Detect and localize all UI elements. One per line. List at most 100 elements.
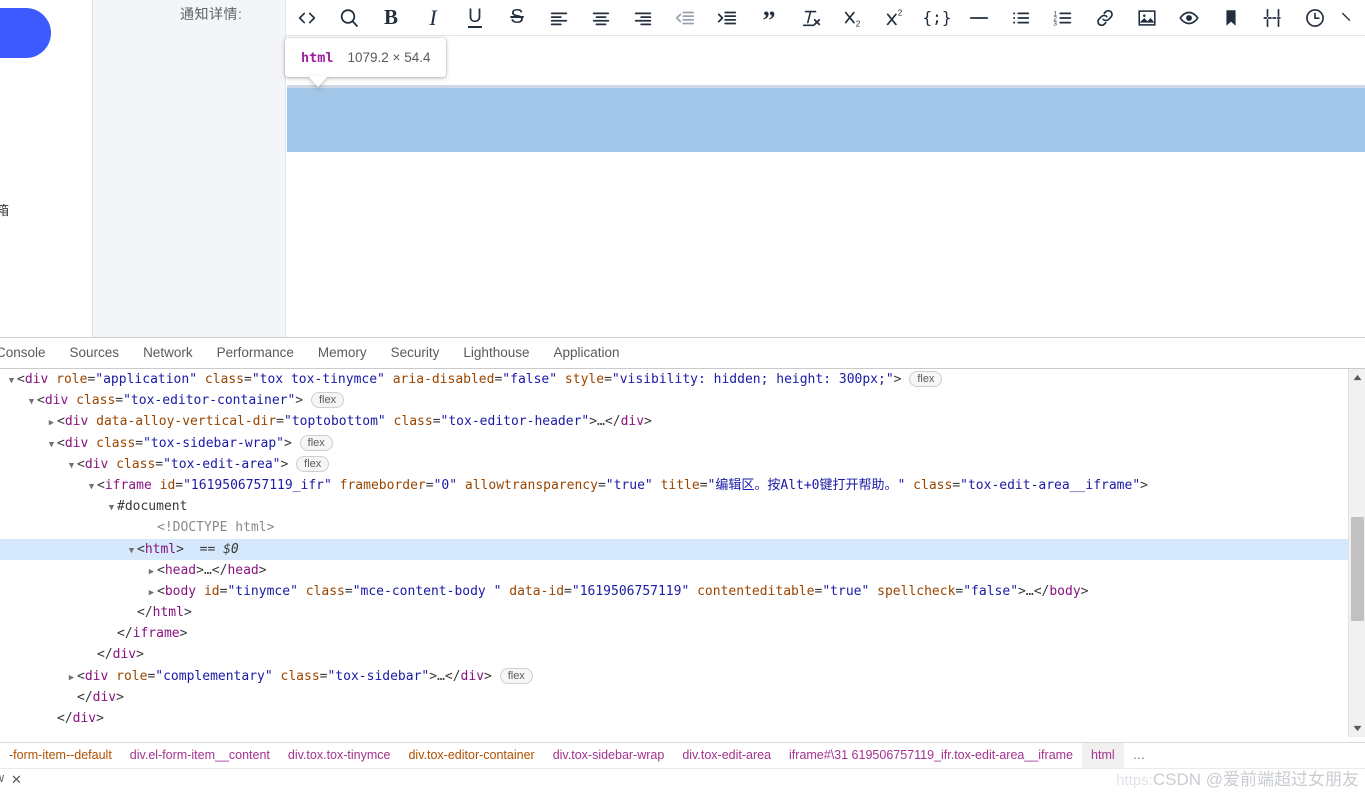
crumb-form-item-default[interactable]: -form-item--default <box>0 743 121 768</box>
dom-tree-line[interactable]: </div> <box>0 644 1348 665</box>
dom-token: html <box>152 605 184 621</box>
dom-token: "tinymce" <box>227 583 298 599</box>
dom-token: > <box>176 541 184 557</box>
crumb-tox-sidebar-wrap[interactable]: div.tox-sidebar-wrap <box>544 743 674 768</box>
twisty-none <box>126 604 137 625</box>
twisty-open-icon[interactable]: ▼ <box>126 541 137 562</box>
flex-badge[interactable]: flex <box>296 455 330 472</box>
crumb-tox-tinymce[interactable]: div.tox.tox-tinymce <box>279 743 400 768</box>
subscript-icon[interactable]: 2 <box>832 1 874 35</box>
dom-tree-scrollbar[interactable] <box>1348 369 1365 737</box>
status-left-text: w <box>0 771 4 785</box>
chevron-more-icon[interactable] <box>1336 1 1360 35</box>
outdent-icon[interactable] <box>664 1 706 35</box>
dom-tree-line[interactable]: <!DOCTYPE html> <box>0 517 1348 538</box>
dom-tree-line[interactable]: ▼ <div class="tox-sidebar-wrap"> flex <box>0 433 1348 454</box>
indent-icon[interactable] <box>706 1 748 35</box>
tab-performance[interactable]: Performance <box>205 338 306 368</box>
crumb-iframe[interactable]: iframe#\31 619506757119_ifr.tox-edit-are… <box>780 743 1082 768</box>
blue-pill-button[interactable] <box>0 8 51 58</box>
flex-badge[interactable]: flex <box>299 434 333 451</box>
watermark-text: CSDN @爱前端超过女朋友 <box>1152 770 1359 789</box>
dom-tree-line[interactable]: ▼ <div role="application" class="tox tox-… <box>0 369 1348 390</box>
twisty-open-icon[interactable]: ▼ <box>26 392 37 413</box>
bold-icon[interactable]: B <box>370 1 412 35</box>
code-sample-icon[interactable]: {;} <box>916 1 958 35</box>
insert-datetime-icon[interactable] <box>1294 1 1336 35</box>
dom-tree-line[interactable]: ▶ <head>…</head> <box>0 560 1348 581</box>
twisty-closed-icon[interactable]: ▶ <box>146 562 157 583</box>
underline-icon[interactable]: U <box>454 1 496 35</box>
horizontal-rule-icon[interactable] <box>958 1 1000 35</box>
twisty-open-icon[interactable]: ▼ <box>6 371 17 392</box>
twisty-open-icon[interactable]: ▼ <box>46 435 57 456</box>
tab-console[interactable]: Console <box>0 338 58 368</box>
dom-token: style <box>557 372 605 387</box>
dom-token: </ <box>57 711 73 726</box>
dom-tree-line[interactable]: ▶ <div role="complementary" class="tox-si… <box>0 666 1348 687</box>
dom-token: < <box>137 541 145 557</box>
tab-network[interactable]: Network <box>131 338 205 368</box>
superscript-icon[interactable]: 2 <box>874 1 916 35</box>
flex-badge[interactable]: flex <box>310 392 345 409</box>
dom-tree-line[interactable]: ▼ <div class="tox-editor-container"> flex <box>0 390 1348 411</box>
twisty-open-icon[interactable]: ▼ <box>106 498 117 519</box>
dom-token: div <box>620 414 645 430</box>
tab-security[interactable]: Security <box>379 338 452 368</box>
dom-token: frameborder <box>331 477 426 493</box>
align-right-icon[interactable] <box>622 1 664 35</box>
dom-token: id <box>196 583 220 599</box>
crumb-el-form-item-content[interactable]: div.el-form-item__content <box>121 743 279 768</box>
dom-tree-view[interactable]: ▼ <div role="application" class="tox tox-… <box>0 369 1348 737</box>
dom-tree-line[interactable]: </iframe> <box>0 623 1348 644</box>
page-break-icon[interactable] <box>1252 1 1294 35</box>
search-icon[interactable] <box>328 1 370 35</box>
twisty-open-icon[interactable]: ▼ <box>66 456 77 477</box>
twisty-closed-icon[interactable]: ▶ <box>146 583 157 604</box>
image-icon[interactable] <box>1126 1 1168 35</box>
element-highlight-box <box>287 88 1365 152</box>
dom-tree-line[interactable]: ▼ <iframe id="1619506757119_ifr" framebor… <box>0 475 1348 496</box>
dom-token: == <box>183 541 224 557</box>
crumb-tox-edit-area[interactable]: div.tox-edit-area <box>673 743 780 768</box>
twisty-closed-icon[interactable]: ▶ <box>66 668 77 689</box>
twisty-open-icon[interactable]: ▼ <box>86 477 97 498</box>
preview-icon[interactable] <box>1168 1 1210 35</box>
italic-icon[interactable]: I <box>412 1 454 35</box>
link-icon[interactable] <box>1084 1 1126 35</box>
numbered-list-icon[interactable]: 123 <box>1042 1 1084 35</box>
flex-badge[interactable]: flex <box>909 371 943 387</box>
dom-tree-line[interactable]: ▶ <div data-alloy-vertical-dir="toptobott… <box>0 411 1348 432</box>
tab-lighthouse[interactable]: Lighthouse <box>451 338 541 368</box>
dom-token: "toptobottom" <box>283 414 386 430</box>
dom-tree-line[interactable]: ▼ <html> == $0 <box>0 538 1348 562</box>
clear-formatting-icon[interactable] <box>790 1 832 35</box>
crumb-tox-editor-container[interactable]: div.tox-editor-container <box>399 743 543 768</box>
dom-tree-line[interactable]: ▼ #document <box>0 496 1348 517</box>
tab-sources[interactable]: Sources <box>58 338 132 368</box>
scroll-down-arrow[interactable] <box>1349 720 1365 737</box>
twisty-closed-icon[interactable]: ▶ <box>46 413 57 434</box>
strikethrough-icon[interactable]: S <box>496 1 538 35</box>
dom-tree-line[interactable]: </div> <box>0 708 1348 729</box>
anchor-icon[interactable] <box>1210 1 1252 35</box>
align-left-icon[interactable] <box>538 1 580 35</box>
align-center-icon[interactable] <box>580 1 622 35</box>
flex-badge[interactable]: flex <box>499 667 533 684</box>
dom-tree-line[interactable]: </div> <box>0 687 1348 708</box>
scroll-up-arrow[interactable] <box>1349 369 1365 386</box>
source-code-icon[interactable] <box>286 1 328 35</box>
dom-tree-line[interactable]: </html> <box>0 602 1348 623</box>
dom-tree-line[interactable]: ▼ <div class="tox-edit-area"> flex <box>0 454 1348 475</box>
blockquote-icon[interactable]: ” <box>748 1 790 35</box>
dom-tree-line[interactable]: ▶ <body id="tinymce" class="mce-content-b… <box>0 581 1348 602</box>
scrollbar-thumb[interactable] <box>1351 517 1364 621</box>
bullet-list-icon[interactable] <box>1000 1 1042 35</box>
dom-token: contenteditable <box>689 583 815 599</box>
tab-application[interactable]: Application <box>541 338 631 368</box>
dom-token: class <box>88 435 136 451</box>
close-icon[interactable]: ✕ <box>11 772 22 788</box>
dom-token: = <box>699 477 708 493</box>
dom-token: = <box>604 372 612 387</box>
tab-memory[interactable]: Memory <box>306 338 379 368</box>
